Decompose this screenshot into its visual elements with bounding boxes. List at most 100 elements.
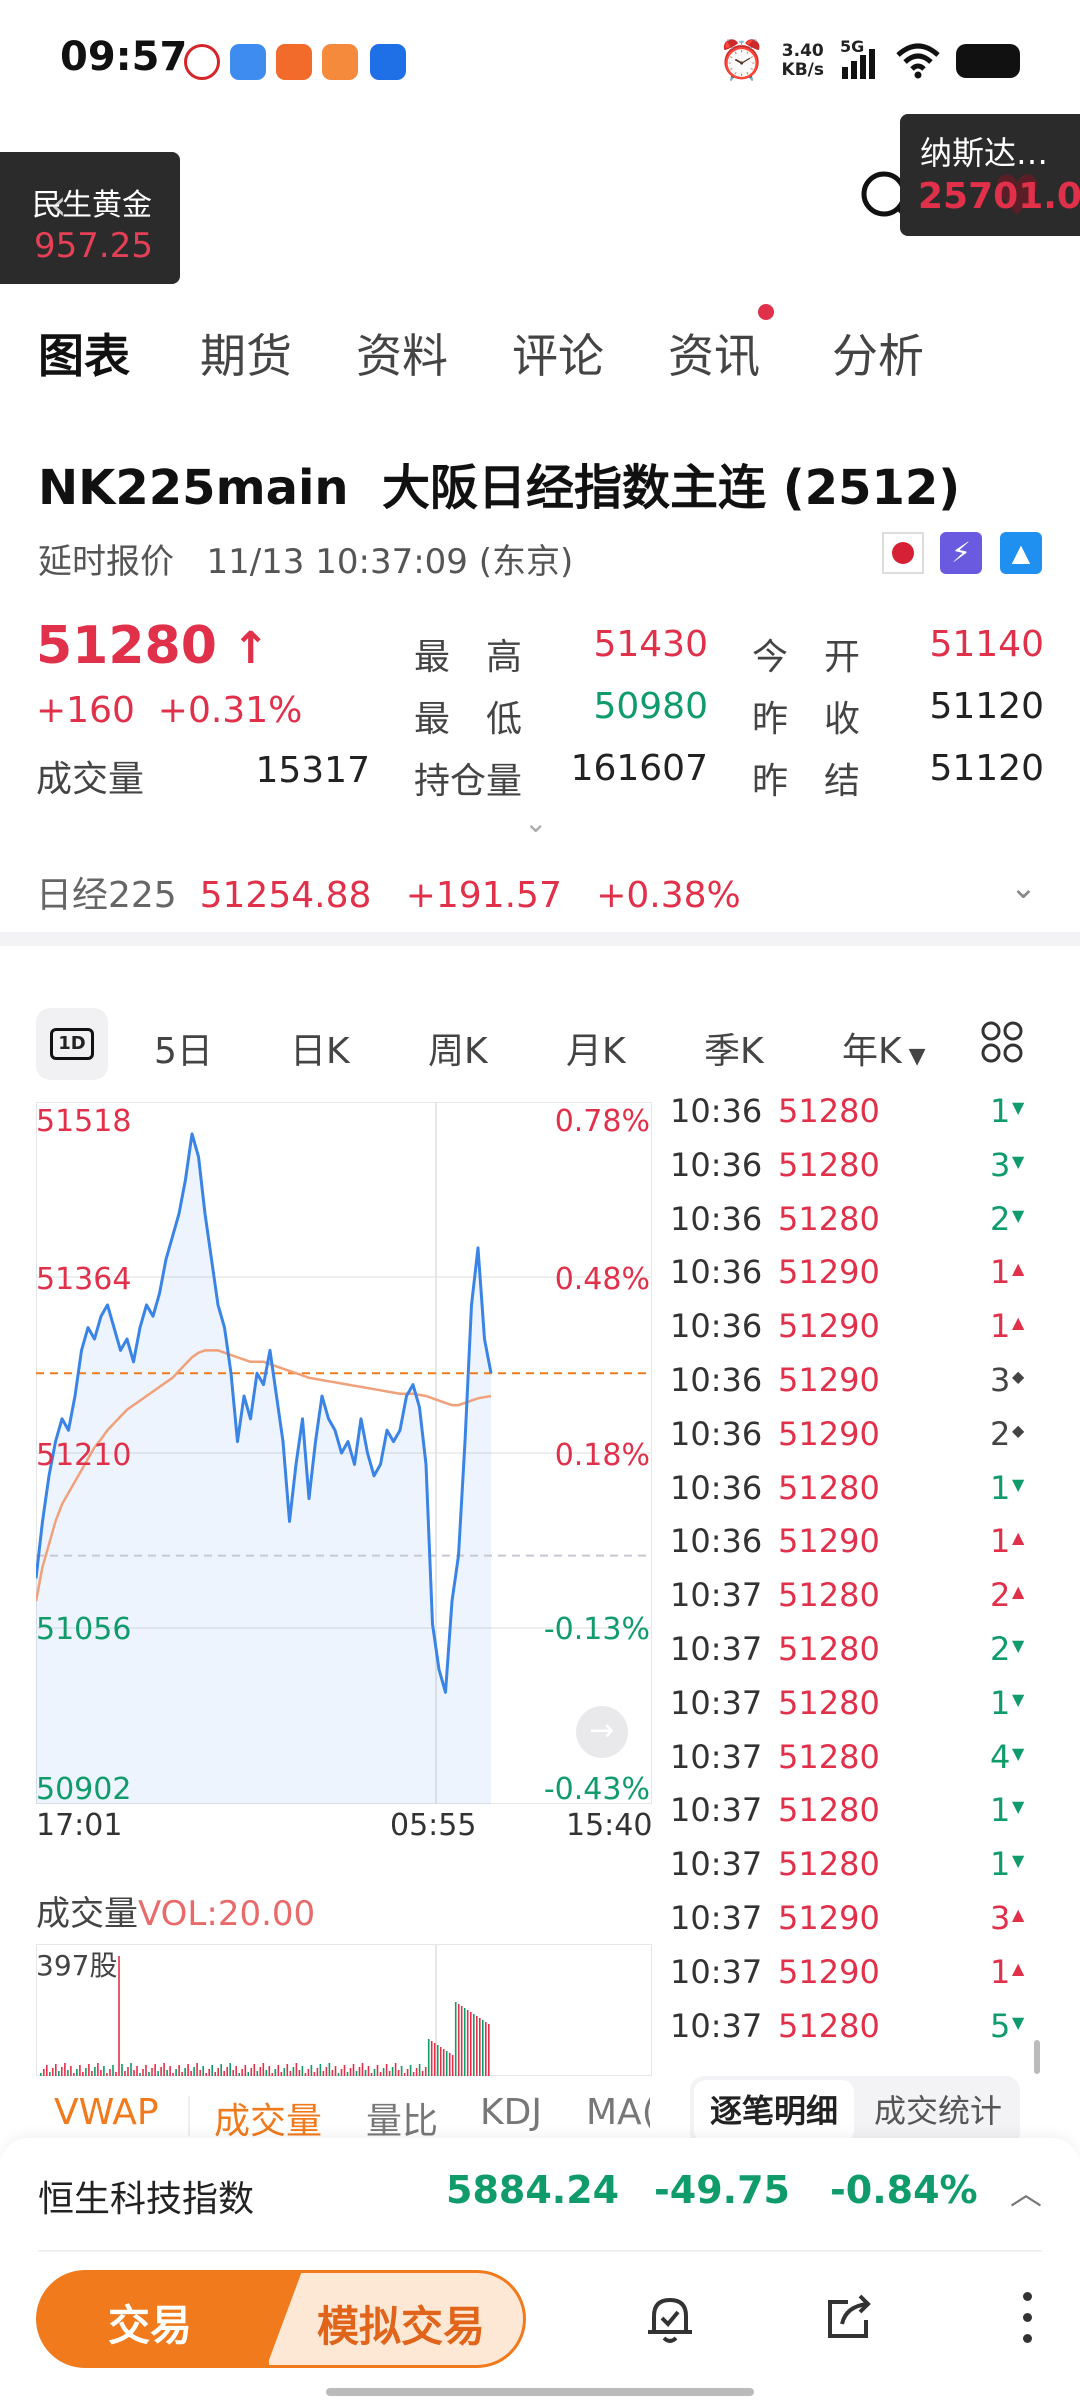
float-gold-value: 957.25 [34, 226, 153, 266]
volume-header: 成交量VOL:20.00 [36, 1894, 316, 1934]
tick-row: 10:37 51280 4 ▼ [670, 1738, 1050, 1792]
indicator-volume[interactable]: 成交量 [214, 2092, 322, 2144]
volume-bar [403, 2073, 406, 2076]
index-line[interactable]: 日经225 51254.88 +191.57 +0.38% [36, 866, 741, 918]
tab-news[interactable]: 资讯 [668, 320, 760, 386]
indicator-kdj[interactable]: KDJ [480, 2092, 542, 2133]
period-daily-k[interactable]: 日K [290, 1022, 350, 1074]
index-value: 51254.88 [199, 875, 372, 916]
detail-tab-ticks[interactable]: 逐笔明细 [694, 2080, 854, 2142]
tab-chart[interactable]: 图表 [38, 320, 130, 386]
tick-time: 10:37 [670, 1845, 763, 1884]
tick-qty: 2 [990, 1414, 1011, 1453]
volume-bar [463, 2008, 466, 2076]
indicator-volume-ratio[interactable]: 量比 [366, 2092, 438, 2144]
japan-flag-icon [882, 532, 924, 574]
tick-row: 10:36 51290 3 ◆ [670, 1361, 1050, 1415]
index-change: +191.57 [405, 875, 562, 916]
last-price: 51280 ↑ [36, 616, 270, 676]
tick-up-icon: ▲ [1012, 1528, 1025, 1548]
volume-bar [139, 2073, 141, 2076]
period-monthly-k[interactable]: 月K [566, 1022, 626, 1074]
volume-bar [163, 2063, 165, 2076]
volume-bar [58, 2071, 60, 2076]
bottom-divider [38, 2250, 1042, 2252]
up-arrow-icon: ↑ [216, 623, 270, 674]
float-nasdaq-value: 25701.0 [918, 176, 1080, 217]
period-5day[interactable]: 5日 [154, 1022, 213, 1074]
tick-price: 51280 [778, 1683, 880, 1722]
tick-row: 10:37 51280 2 ▲ [670, 1576, 1050, 1630]
alert-bell-icon[interactable] [640, 2288, 700, 2348]
expand-up-icon[interactable]: ︿ [1010, 2168, 1042, 2214]
index-dropdown-icon[interactable]: ⌄ [1010, 868, 1037, 906]
section-divider [0, 932, 1080, 946]
volume-bar [388, 2071, 391, 2076]
period-1d-button[interactable]: 1D [36, 1008, 108, 1080]
volume-bar [485, 2022, 487, 2076]
indicator-ma[interactable]: MA( [586, 2092, 650, 2133]
volume-bar [178, 2065, 180, 2076]
tab-profile[interactable]: 资料 [356, 320, 448, 386]
sim-trade-button[interactable]: 模拟交易 [266, 2270, 526, 2368]
y-price-0: 51518 [36, 1104, 132, 1139]
volume-bar [397, 2070, 400, 2076]
volume-bar [460, 2006, 463, 2076]
tick-time: 10:37 [670, 1952, 763, 1991]
float-gold-name: 民生黄金 [32, 188, 152, 223]
expand-chevron-icon[interactable]: ⌄ [524, 806, 547, 839]
tick-price: 51280 [778, 1092, 880, 1130]
y-pct-2: 0.18% [554, 1438, 650, 1473]
volume-bar [286, 2064, 289, 2076]
status-time: 09:57 [60, 34, 188, 80]
volume-bar [283, 2068, 286, 2076]
jump-latest-icon[interactable]: → [576, 1706, 628, 1758]
volume-value: 15317 [255, 750, 370, 791]
volume-bar [259, 2067, 262, 2076]
volume-bar [436, 2045, 439, 2076]
open-label: 今 开 [752, 637, 861, 678]
tab-comments[interactable]: 评论 [512, 320, 604, 386]
index-name: 日经225 [36, 875, 177, 916]
volume-bar [301, 2066, 304, 2076]
tick-up-icon: ▲ [1012, 1259, 1025, 1279]
indicator-vwap[interactable]: VWAP [54, 2092, 159, 2133]
tick-flat-icon: ◆ [1012, 1367, 1025, 1386]
more-icon[interactable] [1018, 2288, 1038, 2348]
period-quarterly-k[interactable]: 季K [704, 1022, 764, 1074]
y-pct-0: 0.78% [554, 1104, 650, 1139]
hs-tech-row[interactable]: 恒生科技指数 5884.24 -49.75 -0.84% ︿ [0, 2138, 1080, 2246]
volume-bar [217, 2068, 219, 2076]
floating-ticker-nasdaq[interactable]: 纳斯达… ♥ 25701.0 [900, 114, 1080, 236]
volume-bar [391, 2067, 394, 2076]
detail-tab-stats[interactable]: 成交统计 [860, 2080, 1016, 2142]
volume-bar [49, 2072, 51, 2076]
grid-layout-icon[interactable] [980, 1020, 1024, 1064]
tab-futures[interactable]: 期货 [200, 320, 292, 386]
volume-bar [103, 2066, 105, 2076]
share-icon[interactable] [818, 2288, 878, 2348]
volume-bar [94, 2067, 96, 2076]
oi-value: 161607 [570, 748, 708, 789]
tick-scrollbar[interactable] [1034, 2040, 1040, 2074]
volume-bar [73, 2073, 75, 2076]
volume-bar [172, 2073, 174, 2076]
tick-qty: 3 [990, 1361, 1011, 1399]
volume-bar [112, 2065, 114, 2076]
period-weekly-k[interactable]: 周K [428, 1022, 488, 1074]
tick-qty: 1 [990, 1253, 1011, 1292]
tick-qty: 1 [990, 1468, 1011, 1507]
caret-down-icon: ▼ [901, 1044, 926, 1069]
floating-ticker-gold[interactable]: ‹ 民生黄金 957.25 [0, 152, 180, 284]
volume-bar [136, 2066, 138, 2076]
volume-bar [220, 2064, 222, 2076]
page-title: NK225main 大阪日经指数主连 (2512) [38, 448, 960, 518]
volume-chart[interactable] [36, 1944, 652, 2076]
low-value: 50980 [593, 686, 708, 727]
volume-bar [280, 2072, 283, 2076]
volume-bar [424, 2067, 427, 2076]
tick-row: 10:37 51290 1 ▲ [670, 1953, 1050, 2007]
volume-bar [181, 2072, 183, 2076]
period-yearly-k[interactable]: 年K ▼ [842, 1022, 926, 1074]
tab-analysis[interactable]: 分析 [832, 320, 924, 386]
